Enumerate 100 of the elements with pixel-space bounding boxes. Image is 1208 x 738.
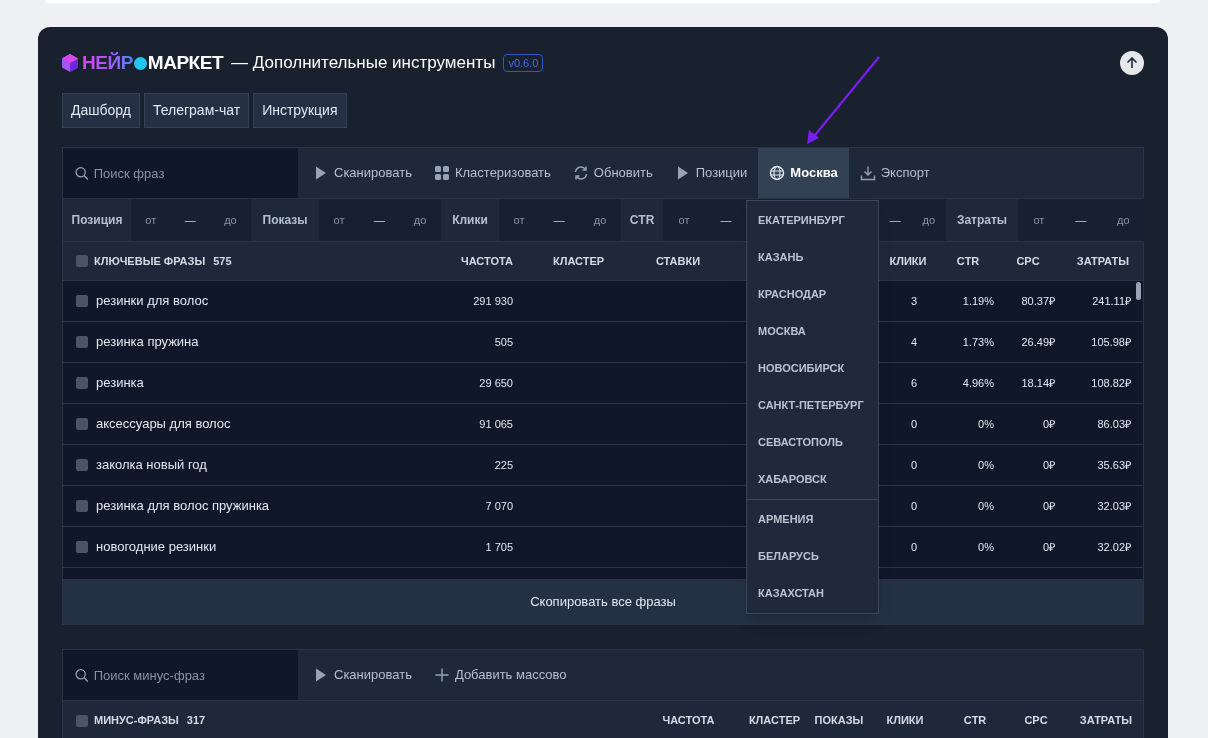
table-cell: 32.02₽ <box>1097 540 1131 553</box>
table-cell: 6 <box>910 376 918 389</box>
arrow-up-icon <box>1126 57 1138 69</box>
globe-icon <box>769 165 786 181</box>
table-cell: 0% <box>978 458 994 471</box>
table-cell: 18.14₽ <box>1021 376 1055 389</box>
range-to-field[interactable]: до <box>413 211 427 229</box>
range-from-field[interactable]: от <box>145 211 157 229</box>
range-dash: — <box>1075 212 1087 228</box>
table-cell: 0₽ <box>1042 458 1055 471</box>
menu-item[interactable]: КРАСНОДАР <box>747 276 878 313</box>
nav-button[interactable]: Дашборд <box>62 93 140 128</box>
range-dash: — <box>373 212 385 228</box>
column-header: КЛЮЧЕВЫЕ ФРАЗЫ <box>94 253 206 269</box>
nav-button[interactable]: Инструкция <box>253 93 347 128</box>
column-header: CPC <box>1016 254 1040 267</box>
menu-item[interactable]: ХАБАРОВСК <box>747 461 878 498</box>
column-header: CPC <box>1024 714 1048 727</box>
menu-item[interactable]: ЕКАТЕРИНБУРГ <box>747 202 878 239</box>
column-header: КЛИКИ <box>886 714 924 727</box>
toolbar-button[interactable]: Обновить <box>561 148 664 198</box>
checkbox[interactable] <box>76 377 88 389</box>
phrase-text: резинка пружина <box>96 333 199 352</box>
nav-button[interactable]: Телеграм-чат <box>143 93 250 128</box>
cube-logo-icon <box>62 54 78 72</box>
table-cell: 4 <box>910 335 918 348</box>
phrase-count: 317 <box>186 713 206 729</box>
table-cell: 1.19% <box>962 294 994 307</box>
page-title: — Дополнительные инструменты <box>231 52 496 75</box>
toolbar-button[interactable]: Экспорт <box>848 148 941 198</box>
search-icon <box>75 667 89 683</box>
scroll-up-button[interactable] <box>1120 51 1144 75</box>
search-icon <box>75 165 89 181</box>
table-cell: 225 <box>494 458 513 471</box>
menu-item[interactable]: НОВОСИБИРСК <box>747 350 878 387</box>
checkbox[interactable] <box>76 500 88 512</box>
table-cell: 91 065 <box>479 417 513 430</box>
toolbar-button[interactable]: Сканировать <box>302 650 423 700</box>
range-from-field[interactable]: от <box>1033 211 1045 229</box>
table-cell: 0 <box>910 499 918 512</box>
plus-icon <box>433 667 450 683</box>
column-header: КЛАСТЕР <box>553 254 605 267</box>
table-cell: 1.73% <box>962 335 994 348</box>
range-to-field[interactable]: до <box>224 211 237 229</box>
table-cell: 1 705 <box>485 540 513 553</box>
range-from-field[interactable]: от <box>333 211 345 229</box>
grid-icon <box>433 165 450 181</box>
menu-item[interactable]: МОСКВА <box>747 313 878 350</box>
table-cell: 241.11₽ <box>1092 294 1131 307</box>
version-badge: v0.6.0 <box>503 54 544 72</box>
toolbar-button[interactable]: Позиции <box>663 148 759 198</box>
toolbar-button[interactable]: Добавить массово <box>422 650 578 700</box>
range-dash: — <box>720 212 732 228</box>
range-dash: — <box>184 212 196 228</box>
toolbar-button[interactable]: Москва <box>758 148 849 198</box>
table-cell: 7 070 <box>485 499 513 512</box>
range-from-field[interactable]: от <box>678 211 690 229</box>
checkbox[interactable] <box>76 541 88 553</box>
phrase-count: 575 <box>213 253 232 269</box>
table-cell: 0 <box>910 540 918 553</box>
phrase-text: заколка новый год <box>96 456 207 475</box>
menu-item[interactable]: БЕЛАРУСЬ <box>747 538 878 575</box>
column-header: CTR <box>956 254 980 267</box>
toolbar-button[interactable]: Кластеризовать <box>422 148 562 198</box>
checkbox[interactable] <box>76 459 88 471</box>
checkbox[interactable] <box>76 255 88 267</box>
table-cell: 26.49₽ <box>1021 335 1055 348</box>
table-cell: 0% <box>978 417 994 430</box>
range-from-field[interactable]: от <box>513 211 525 229</box>
menu-item[interactable]: СЕВАСТОПОЛЬ <box>747 424 878 461</box>
column-header: МИНУС-ФРАЗЫ <box>94 713 179 729</box>
range-to-field[interactable]: до <box>922 211 936 229</box>
checkbox[interactable] <box>76 714 88 727</box>
menu-item[interactable]: АРМЕНИЯ <box>747 501 878 538</box>
table-cell: 0% <box>978 499 994 512</box>
toolbar-button[interactable]: Сканировать <box>302 148 423 198</box>
menu-item[interactable]: КАЗАНЬ <box>747 239 878 276</box>
phrase-text: резинка для волос пружинка <box>96 497 270 516</box>
table-cell: 0₽ <box>1042 499 1055 512</box>
phrase-text: аксессуары для волос <box>96 415 231 434</box>
column-header: ПОКАЗЫ <box>814 714 864 727</box>
table-cell: 0% <box>978 540 994 553</box>
range-dash: — <box>553 212 565 228</box>
brand-logo: НЕЙР МАРКЕТ <box>82 48 224 78</box>
download-icon <box>859 165 876 181</box>
checkbox[interactable] <box>76 418 88 430</box>
table-cell: 29 650 <box>479 376 513 389</box>
scrollbar-thumb <box>1136 282 1141 300</box>
table-cell: 0₽ <box>1042 540 1055 553</box>
menu-item[interactable]: САНКТ-ПЕТЕРБУРГ <box>747 387 878 424</box>
table-cell: 0₽ <box>1042 417 1055 430</box>
checkbox[interactable] <box>76 336 88 348</box>
table-cell: 80.37₽ <box>1021 294 1055 307</box>
column-header: ЗАТРАТЫ <box>1079 714 1133 727</box>
range-to-field[interactable]: до <box>1117 211 1130 229</box>
checkbox[interactable] <box>76 295 88 307</box>
column-header: CTR <box>963 714 987 727</box>
refresh-icon <box>572 165 589 181</box>
range-to-field[interactable]: до <box>593 211 607 229</box>
table-cell: 32.03₽ <box>1097 499 1131 512</box>
